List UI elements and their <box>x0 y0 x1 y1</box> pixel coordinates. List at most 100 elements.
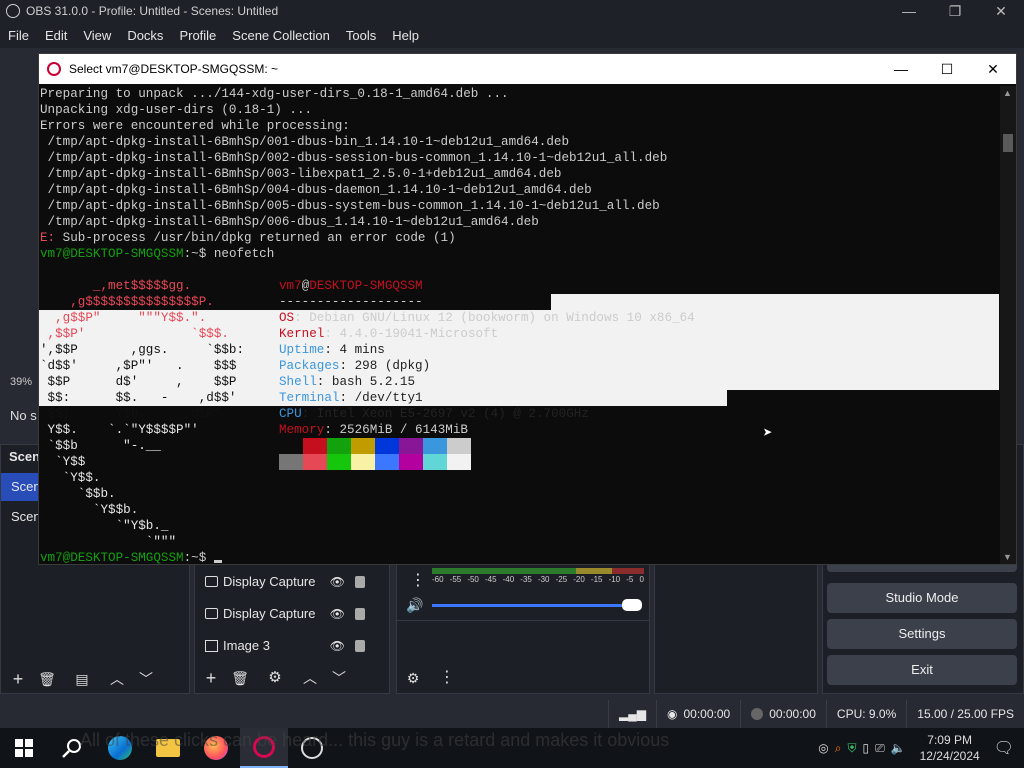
art-line: ',$$P ,ggs. `$$b: <box>40 343 245 357</box>
terminal-scrollbar[interactable]: ▲ ▼ <box>1000 86 1016 564</box>
notification-icon[interactable]: 🗨 <box>994 738 1014 758</box>
info-key: Uptime <box>279 343 325 357</box>
info-value: : bash 5.2.15 <box>316 375 416 389</box>
art-line: $$: $$. - ,d$$' <box>40 391 237 405</box>
source-properties-gear-icon[interactable]: ⚙ <box>262 666 288 692</box>
menu-scene-collection[interactable]: Scene Collection <box>224 28 338 43</box>
scene-filter-icon[interactable]: ▤ <box>69 667 95 693</box>
record-status: 00:00:00 <box>740 700 826 728</box>
lock-icon[interactable] <box>355 607 365 620</box>
speaker-icon[interactable]: 🔊 <box>406 597 423 614</box>
scroll-up-icon[interactable]: ▲ <box>1003 88 1012 98</box>
scroll-down-icon[interactable]: ▼ <box>1003 552 1012 562</box>
color-swatch <box>447 454 471 470</box>
close-icon[interactable]: ✕ <box>970 61 1016 78</box>
video-caption-overlay: All of these clicks can be heard... this… <box>80 730 670 750</box>
art-line: _,met$$$$$gg. <box>40 279 192 293</box>
obs-tray-icon[interactable]: ◎ <box>818 741 828 755</box>
lock-icon[interactable] <box>355 575 365 588</box>
battery-icon[interactable]: ▯ <box>862 741 869 755</box>
menu-profile[interactable]: Profile <box>171 28 224 43</box>
source-item[interactable]: Display Capture 👁 <box>205 606 365 621</box>
settings-button[interactable]: Settings <box>827 619 1017 649</box>
maximize-icon[interactable]: ❐ <box>932 3 978 20</box>
command-text: neofetch <box>206 247 275 261</box>
terminal-title: Select vm7@DESKTOP-SMGQSSM: ~ <box>69 62 279 76</box>
obs-statusbar: ▂▄▆ ◉ 00:00:00 00:00:00 CPU: 9.0% 15.00 /… <box>0 700 1024 728</box>
add-source-button[interactable]: + <box>198 666 224 692</box>
color-swatch <box>303 454 327 470</box>
eye-icon[interactable]: 👁 <box>330 575 345 589</box>
menu-docks[interactable]: Docks <box>119 28 171 43</box>
menu-help[interactable]: Help <box>384 28 427 43</box>
defender-shield-icon[interactable]: ⛨ <box>847 741 856 756</box>
terminal-output[interactable]: Preparing to unpack .../144-xdg-user-dir… <box>39 86 1001 564</box>
record-dot-icon <box>751 708 764 720</box>
obs-titlebar: OBS 31.0.0 - Profile: Untitled - Scenes:… <box>0 0 1024 22</box>
terminal-line: Unpacking xdg-user-dirs (0.18-1) ... <box>40 103 313 117</box>
art-line: `$$b. <box>40 487 116 501</box>
error-line: E: Sub-process /usr/bin/dpkg returned an… <box>40 230 1001 246</box>
minimize-icon[interactable]: — <box>886 3 932 20</box>
stream-status: ◉ 00:00:00 <box>655 700 740 728</box>
add-scene-button[interactable]: + <box>5 667 31 693</box>
maximize-icon[interactable]: ☐ <box>924 61 970 78</box>
menu-edit[interactable]: Edit <box>37 28 75 43</box>
move-down-icon[interactable]: ﹀ <box>133 667 159 693</box>
volume-icon[interactable]: 🔈 <box>891 741 906 755</box>
studio-mode-button[interactable]: Studio Mode <box>827 583 1017 613</box>
prompt-suffix: :~$ <box>183 551 207 564</box>
source-up-icon[interactable]: ︿ <box>297 666 323 692</box>
menu-view[interactable]: View <box>75 28 119 43</box>
info-value: : 2526MiB / 6143MiB <box>324 423 468 437</box>
scene-item-label: Scen <box>11 479 41 494</box>
color-swatch <box>447 438 471 454</box>
source-down-icon[interactable]: ﹀ <box>326 666 352 692</box>
source-item[interactable]: Image 3 👁 <box>205 638 365 653</box>
zoom-level: 39% <box>10 376 33 388</box>
text-cursor <box>213 560 222 563</box>
network-icon[interactable]: ⎚ <box>875 741 885 756</box>
prompt-user: vm7@DESKTOP-SMGQSSM <box>40 551 184 564</box>
art-line: Y$$. `.`"Y$$$$P"' <box>40 423 199 437</box>
close-icon[interactable]: ✕ <box>978 3 1024 20</box>
system-tray: ◎ ⌕ ⛨ ▯ ⎚ 🔈 7:09 PM 12/24/2024 🗨 <box>818 732 1024 764</box>
meter-tick: -25 <box>555 575 568 584</box>
eye-icon[interactable]: 👁 <box>330 639 345 653</box>
meter-tick: -5 <box>626 575 634 584</box>
cpu-usage: CPU: 9.0% <box>825 700 906 728</box>
color-swatch <box>399 438 423 454</box>
art-line: `d$$' ,$P"' . $$$ <box>40 359 237 373</box>
volume-slider[interactable] <box>432 604 632 607</box>
volume-slider-handle[interactable] <box>622 599 642 611</box>
exit-button[interactable]: Exit <box>827 655 1017 685</box>
remove-source-trash-icon[interactable]: 🗑 <box>227 666 253 692</box>
eye-icon[interactable]: 👁 <box>330 607 345 621</box>
info-value: : 4.4.0-19041-Microsoft <box>324 327 499 341</box>
color-swatch <box>375 438 399 454</box>
fps-readout: 15.00 / 25.00 FPS <box>906 700 1024 728</box>
info-key: Shell <box>279 375 317 389</box>
menu-tools[interactable]: Tools <box>338 28 384 43</box>
mixer-menu-icon[interactable]: ⋮ <box>410 570 426 590</box>
scrollbar-thumb[interactable] <box>1003 134 1013 152</box>
no-source-label: No s <box>10 408 37 423</box>
neofetch-user: vm7 <box>279 279 302 293</box>
mixer-more-icon[interactable]: ⋮ <box>434 666 460 692</box>
start-windows-icon[interactable] <box>0 728 48 768</box>
remove-scene-trash-icon[interactable]: 🗑 <box>34 667 60 693</box>
clock[interactable]: 7:09 PM 12/24/2024 <box>912 732 988 764</box>
move-up-icon[interactable]: ︿ <box>104 667 130 693</box>
current-prompt[interactable]: vm7@DESKTOP-SMGQSSM:~$ <box>40 550 222 564</box>
meter-tick: -20 <box>573 575 585 584</box>
search-tray-icon[interactable]: ⌕ <box>835 741 842 756</box>
info-key: Terminal <box>279 391 340 405</box>
minimize-icon[interactable]: — <box>878 61 924 78</box>
menu-file[interactable]: File <box>0 28 37 43</box>
monitor-icon <box>205 608 218 619</box>
lock-icon[interactable] <box>355 639 365 652</box>
mixer-settings-gear-icon[interactable]: ⚙ <box>400 666 426 692</box>
source-label: Display Capture <box>223 606 316 621</box>
source-item[interactable]: Display Capture 👁 <box>205 574 365 589</box>
scene-item-label[interactable]: Scen <box>11 509 41 524</box>
